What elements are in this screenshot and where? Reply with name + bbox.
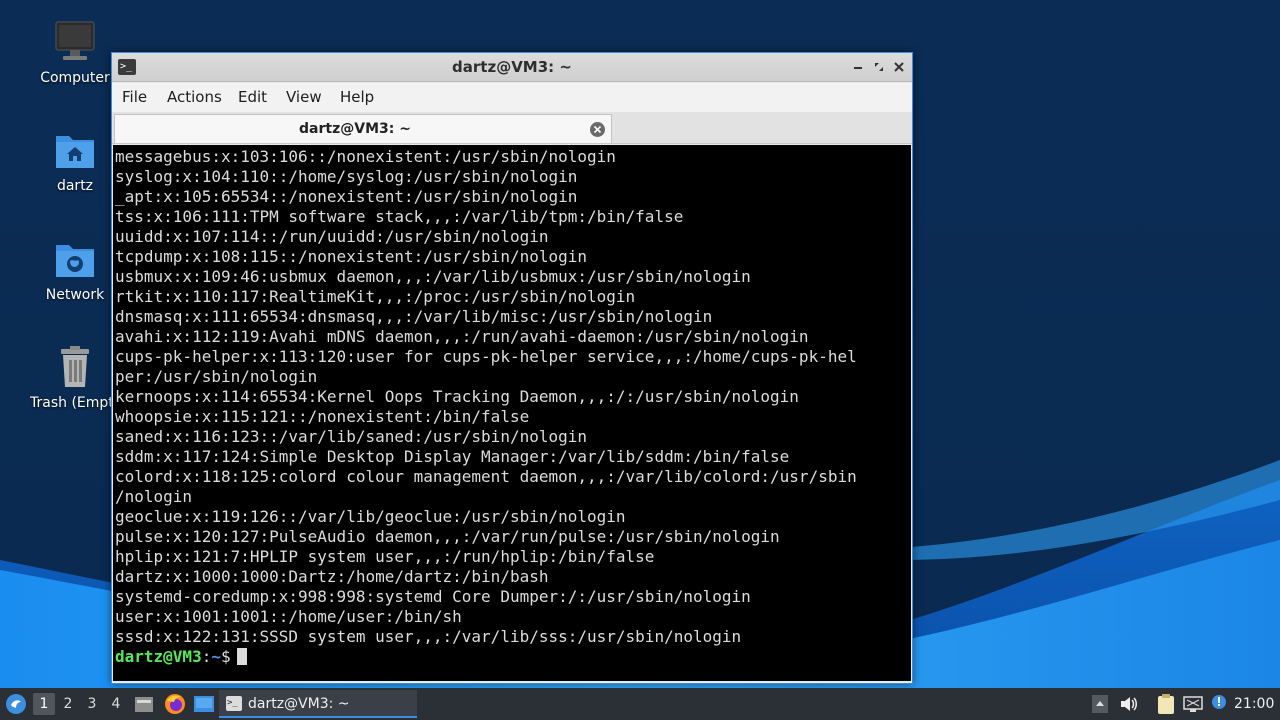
terminal-icon: >_ (226, 696, 242, 711)
terminal-line: kernoops:x:114:65534:Kernel Oops Trackin… (115, 387, 799, 406)
taskbar-task-terminal[interactable]: >_ dartz@VM3: ~ (219, 690, 417, 718)
terminal-line: _apt:x:105:65534::/nonexistent:/usr/sbin… (115, 187, 578, 206)
workspace-3[interactable]: 3 (81, 693, 103, 715)
menubar: File Actions Edit View Help (112, 83, 912, 112)
prompt-symbol: $ (220, 647, 231, 666)
terminal-line: cups-pk-helper:x:113:120:user for cups-p… (115, 347, 857, 366)
terminal-line: sddm:x:117:124:Simple Desktop Display Ma… (115, 447, 790, 466)
desktop-icon-network[interactable]: Network (30, 237, 120, 303)
desktop-icon-trash[interactable]: Trash (Empty) (30, 345, 120, 411)
menu-file[interactable]: File (122, 83, 147, 112)
terminal-lines: messagebus:x:103:106::/nonexistent:/usr/… (115, 147, 911, 647)
desktop-icon-home[interactable]: dartz (30, 128, 120, 194)
terminal-line: syslog:x:104:110::/home/syslog:/usr/sbin… (115, 167, 578, 186)
terminal-cursor (236, 648, 247, 665)
terminal-line: saned:x:116:123::/var/lib/saned:/usr/sbi… (115, 427, 588, 446)
taskbar: 1 2 3 4 >_ dartz@VM3: ~ 21:00 (0, 688, 1280, 720)
tab-label: dartz@VM3: ~ (299, 121, 411, 137)
window-titlebar[interactable]: >_ dartz@VM3: ~ (112, 53, 912, 82)
home-folder-icon (56, 136, 94, 168)
desktop-icon-label: Network (45, 287, 105, 303)
terminal-line: uuidd:x:107:114::/run/uuidd:/usr/sbin/no… (115, 227, 549, 246)
terminal-line: sssd:x:122:131:SSSD system user,,,:/var/… (115, 627, 742, 646)
terminal-prompt-line: dartz@VM3:~$ (115, 647, 911, 667)
close-icon[interactable] (891, 59, 907, 75)
menu-edit[interactable]: Edit (238, 83, 267, 112)
terminal-line: user:x:1001:1001::/home/user:/bin/sh (115, 607, 462, 626)
tray-up-arrow-icon[interactable] (1092, 695, 1108, 713)
network-folder-icon (56, 245, 94, 277)
workspace-2[interactable]: 2 (57, 693, 79, 715)
prompt-user: dartz@VM3 (115, 647, 202, 666)
minimize-icon[interactable] (850, 59, 866, 75)
terminal-line: whoopsie:x:115:121::/nonexistent:/bin/fa… (115, 407, 530, 426)
notification-icon[interactable] (1210, 694, 1228, 714)
clipboard-icon[interactable] (1156, 693, 1176, 715)
tab-bar: dartz@VM3: ~ (112, 112, 912, 144)
file-manager-icon[interactable] (134, 694, 154, 714)
menu-help[interactable]: Help (340, 83, 374, 112)
computer-icon (55, 21, 95, 60)
maximize-icon[interactable] (871, 59, 887, 75)
terminal-line: dnsmasq:x:111:65534:dnsmasq,,,:/var/lib/… (115, 307, 713, 326)
workspace-1[interactable]: 1 (33, 693, 55, 715)
terminal-line: hplip:x:121:7:HPLIP system user,,,:/run/… (115, 547, 655, 566)
menu-view[interactable]: View (286, 83, 322, 112)
terminal-line: pulse:x:120:127:PulseAudio daemon,,,:/va… (115, 527, 780, 546)
taskbar-task-label: dartz@VM3: ~ (248, 696, 350, 712)
volume-icon[interactable] (1119, 695, 1139, 713)
terminal-line: tcpdump:x:108:115::/nonexistent:/usr/sbi… (115, 247, 588, 266)
terminal-line: colord:x:118:125:colord colour managemen… (115, 467, 857, 486)
start-menu-icon[interactable] (5, 693, 27, 715)
workspace-4[interactable]: 4 (105, 693, 127, 715)
terminal-line: tss:x:106:111:TPM software stack,,,:/var… (115, 207, 684, 226)
terminal-line: dartz:x:1000:1000:Dartz:/home/dartz:/bin… (115, 567, 549, 586)
desktop-icon-computer[interactable]: Computer (30, 20, 120, 86)
terminal-line: usbmux:x:109:46:usbmux daemon,,,:/var/li… (115, 267, 751, 286)
menu-actions[interactable]: Actions (167, 83, 222, 112)
terminal-line: rtkit:x:110:117:RealtimeKit,,,:/proc:/us… (115, 287, 636, 306)
desktop-icon-label: Computer (40, 70, 110, 86)
window-title: dartz@VM3: ~ (452, 58, 572, 76)
terminal-line: systemd-coredump:x:998:998:systemd Core … (115, 587, 751, 606)
show-desktop-icon[interactable] (193, 694, 215, 714)
trash-icon (61, 346, 89, 387)
firefox-icon[interactable] (164, 693, 186, 715)
tab-terminal[interactable]: dartz@VM3: ~ (114, 114, 612, 143)
terminal-window[interactable]: >_ dartz@VM3: ~ File Actions Edit View H… (111, 52, 913, 684)
terminal-line: avahi:x:112:119:Avahi mDNS daemon,,,:/ru… (115, 327, 809, 346)
prompt-separator: : (201, 647, 212, 666)
terminal-line: per:/usr/sbin/nologin (115, 367, 318, 386)
desktop-icon-label: dartz (56, 178, 94, 194)
terminal-output[interactable]: messagebus:x:103:106::/nonexistent:/usr/… (113, 145, 911, 681)
close-tab-icon[interactable] (589, 121, 606, 138)
network-icon[interactable] (1183, 694, 1203, 714)
desktop-icon-label: Trash (Empty) (30, 395, 120, 411)
terminal-line: messagebus:x:103:106::/nonexistent:/usr/… (115, 147, 616, 166)
terminal-line: geoclue:x:119:126::/var/lib/geoclue:/usr… (115, 507, 626, 526)
clock[interactable]: 21:00 (1234, 688, 1274, 720)
terminal-line: /nologin (115, 487, 193, 506)
prompt-path: ~ (211, 647, 221, 666)
